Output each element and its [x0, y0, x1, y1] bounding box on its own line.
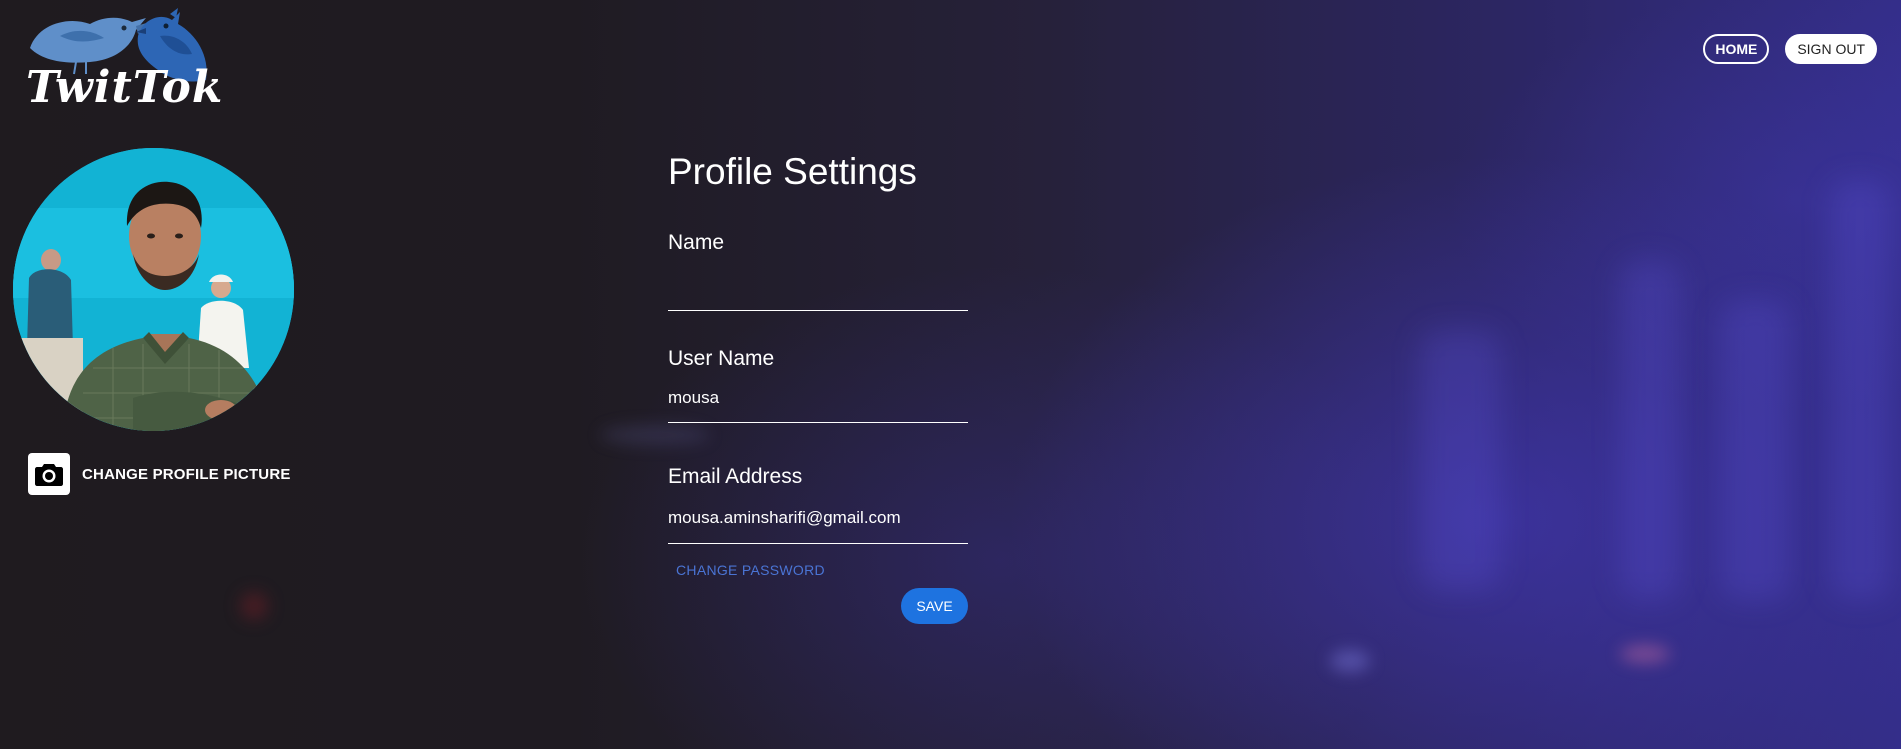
sign-out-button[interactable]: SIGN OUT: [1785, 34, 1877, 64]
username-label: User Name: [668, 347, 775, 370]
change-password-link[interactable]: CHANGE PASSWORD: [676, 562, 825, 578]
background-light: [240, 592, 268, 620]
save-button[interactable]: SAVE: [901, 588, 968, 624]
avatar: [13, 148, 294, 431]
username-field[interactable]: [668, 388, 968, 423]
profile-settings-form: Profile Settings Name User Name Email Ad…: [668, 150, 968, 634]
profile-photo: [13, 148, 294, 431]
username-field-group: User Name: [668, 347, 968, 423]
background-shape: [1420, 330, 1500, 590]
page-title: Profile Settings: [668, 151, 917, 192]
profile-settings-page: TwitTok HOME SIGN OUT CHANGE PROFILE PIC…: [0, 0, 1901, 749]
email-field[interactable]: [668, 506, 968, 544]
logo-wordmark: TwitTok: [26, 62, 224, 113]
change-profile-picture-label: CHANGE PROFILE PICTURE: [82, 465, 291, 483]
camera-icon: [28, 453, 70, 495]
name-label: Name: [668, 231, 725, 254]
home-button[interactable]: HOME: [1703, 34, 1770, 64]
background-light: [1330, 650, 1370, 672]
email-label: Email Address: [668, 465, 803, 488]
header-nav: HOME SIGN OUT: [1703, 34, 1877, 64]
email-field-group: Email Address: [668, 465, 968, 544]
app-logo[interactable]: TwitTok: [20, 6, 224, 116]
change-profile-picture-button[interactable]: CHANGE PROFILE PICTURE: [28, 453, 291, 495]
name-field[interactable]: [668, 277, 968, 311]
form-actions: CHANGE PASSWORD SAVE: [668, 544, 968, 634]
background-shape: [1830, 180, 1890, 600]
background-shape: [1620, 260, 1680, 600]
background-light: [1620, 645, 1670, 663]
background-shape: [1720, 300, 1790, 600]
name-field-group: Name: [668, 231, 968, 311]
